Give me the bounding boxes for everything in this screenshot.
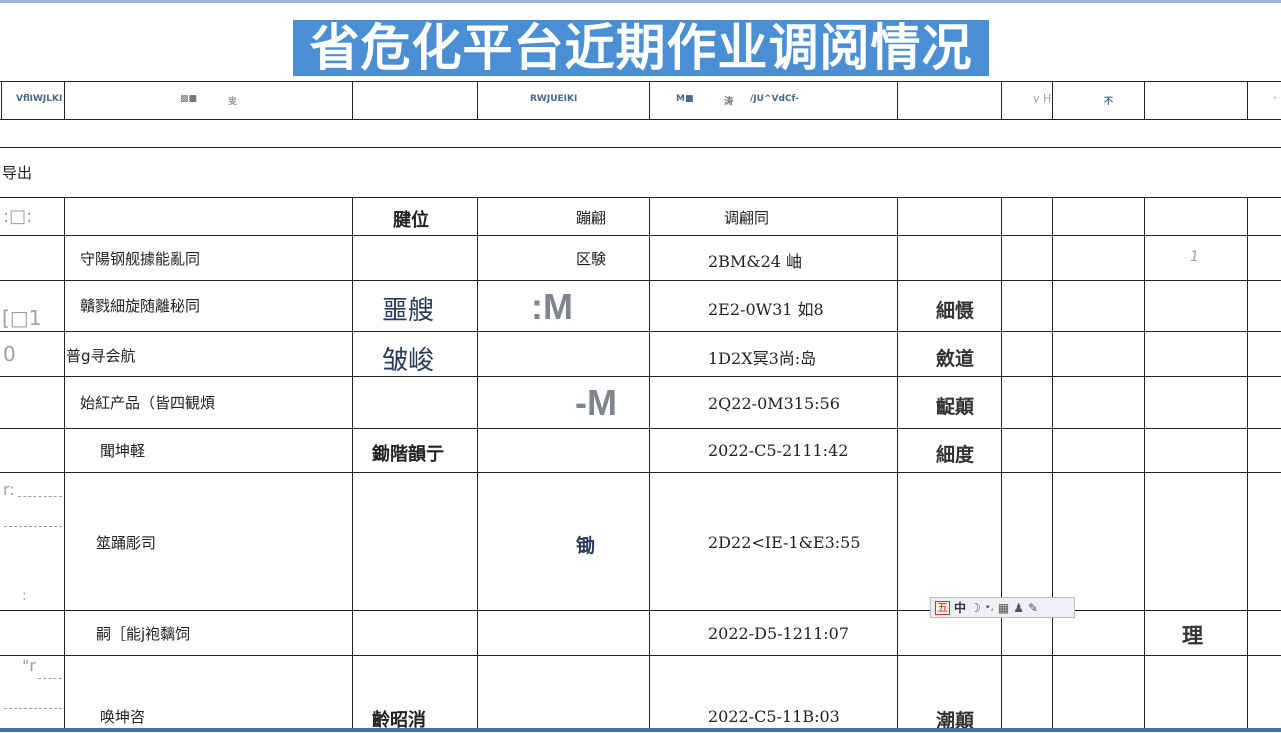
row-name: 始紅产品（皆四観煩 <box>80 394 216 412</box>
col-divider <box>477 81 478 119</box>
row-divider <box>0 428 1281 429</box>
header-cell-7: v H <box>1033 92 1052 105</box>
user-icon[interactable]: ♟ <box>1013 601 1024 615</box>
row-divider <box>0 235 1281 236</box>
row-divider <box>0 119 1281 120</box>
row-left-marker: r: <box>3 480 15 499</box>
col-divider <box>649 197 650 732</box>
row-time: 2BM&24 岫 <box>708 252 803 271</box>
row-c6: 齪顛 <box>936 396 975 418</box>
row-time: 2E2-0W31 如8 <box>708 300 824 319</box>
col-divider <box>1052 81 1053 119</box>
col-divider <box>1052 197 1053 732</box>
row-time: 2Q22-0M315:56 <box>708 394 840 413</box>
row-time: 2D22<IE-1&E3:55 <box>708 533 861 552</box>
row-divider <box>0 610 1281 611</box>
header-cell-8: 不 <box>1104 97 1114 107</box>
row-c3: :M <box>531 286 573 327</box>
export-link[interactable]: 导出 <box>2 162 32 183</box>
row-name: 贛戮細旋随離秘同 <box>80 297 201 315</box>
row-name: 普g寻会航 <box>66 347 136 365</box>
row-name: 聞坤軽 <box>100 442 146 460</box>
row-c2: 皱峻 <box>382 346 435 376</box>
row-name: 筮踊彫司 <box>96 534 157 552</box>
row-c3: -M <box>575 382 617 423</box>
col-divider <box>477 197 478 732</box>
punctuation-icon[interactable]: •, <box>985 602 994 613</box>
row-divider <box>0 376 1281 377</box>
header-cell-5c: /JU^VdCf- <box>750 94 799 104</box>
row-divider <box>0 81 1281 82</box>
row-c9: 1 <box>1190 249 1199 265</box>
column-header-time: 调翩同 <box>724 209 770 227</box>
row-c6: 細慑 <box>936 300 975 322</box>
header-cell-5a: M■ <box>676 94 694 104</box>
row-c9: 理 <box>1182 623 1203 648</box>
window-bottom-border <box>0 728 1281 732</box>
row-c2: 噩艘 <box>382 296 435 326</box>
ime-mode-toggle[interactable]: 中 <box>954 599 966 616</box>
row-divider <box>0 472 1281 473</box>
ime-logo-icon[interactable]: 五 <box>935 600 950 615</box>
col-divider <box>897 81 898 119</box>
row-c2: 鋤階韻亍 <box>372 444 444 465</box>
col-divider <box>1001 81 1002 119</box>
col-divider <box>352 197 353 732</box>
row-name: 唤坤咨 <box>100 708 146 726</box>
row-left-marker: 0 <box>3 342 16 366</box>
select-all-checkbox[interactable]: :□: <box>3 206 32 227</box>
ime-toolbar[interactable]: 五 中 ☽ •, ▦ ♟ ✎ <box>930 597 1075 618</box>
col-divider <box>1 81 2 119</box>
dotted-line <box>18 496 62 497</box>
row-left-marker-2: : <box>22 588 27 604</box>
row-c4: 区験 <box>576 250 607 268</box>
moon-icon[interactable]: ☽ <box>970 601 981 615</box>
row-divider <box>0 197 1281 198</box>
settings-icon[interactable]: ✎ <box>1028 601 1038 615</box>
row-c4: 锄 <box>576 535 596 557</box>
col-divider <box>897 197 898 732</box>
header-cell-1: VflIWJLKI <box>16 94 63 104</box>
row-time: 2022-C5-11B:03 <box>708 707 840 726</box>
row-name: 嗣［能j袍黐饲 <box>96 625 191 643</box>
col-divider <box>1144 81 1145 119</box>
row-divider <box>0 147 1281 148</box>
col-divider <box>64 81 65 119</box>
dotted-line <box>4 708 62 709</box>
row-c6: 斂道 <box>936 348 975 370</box>
header-cell-4: RWJUEIKI <box>530 94 578 104</box>
row-divider <box>0 331 1281 332</box>
column-header-c4: 蹦翩 <box>576 209 607 227</box>
header-cell-2b: 㕜 <box>228 97 238 107</box>
dotted-line <box>38 678 62 679</box>
row-divider <box>0 655 1281 656</box>
dotted-line <box>4 526 62 527</box>
row-left-marker: [□1 <box>2 306 42 330</box>
row-left-marker: "r <box>22 656 36 675</box>
col-divider <box>649 81 650 119</box>
row-time: 2022-D5-1211:07 <box>708 624 850 643</box>
column-header-position: 腱位 <box>393 210 429 231</box>
title-area: 省危化平台近期作业调阅情况 <box>0 3 1281 81</box>
header-cell-5b: 涛 <box>724 97 734 107</box>
row-time: 2022-C5-2111:42 <box>708 441 849 460</box>
col-divider <box>1144 197 1145 732</box>
col-divider <box>1247 197 1248 732</box>
header-cell-2a: ▩■ <box>180 94 198 104</box>
row-time: 1D2X冥3尚:岛 <box>708 349 817 368</box>
keyboard-icon[interactable]: ▦ <box>998 601 1009 615</box>
header-cell-10: · <box>1273 94 1277 104</box>
row-divider <box>0 280 1281 281</box>
page-title: 省危化平台近期作业调阅情况 <box>293 20 989 76</box>
col-divider <box>1001 197 1002 732</box>
col-divider <box>352 81 353 119</box>
col-divider <box>64 197 65 732</box>
row-name: 守陽钢舰據能亂同 <box>80 250 201 268</box>
col-divider <box>1247 81 1248 119</box>
row-c6: 細度 <box>936 444 975 466</box>
